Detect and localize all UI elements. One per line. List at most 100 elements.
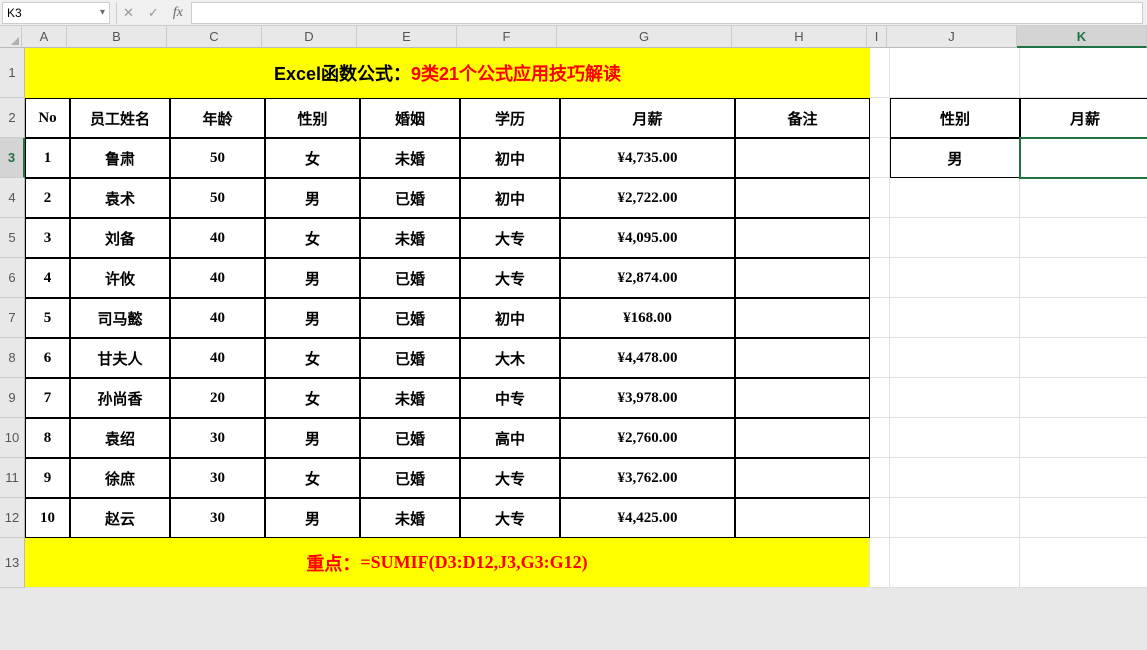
cell-I11[interactable] (870, 458, 890, 498)
side-value-gender[interactable]: 男 (890, 138, 1020, 178)
cell-J7[interactable] (890, 298, 1020, 338)
side-header-gender[interactable]: 性别 (890, 98, 1020, 138)
cell-F4[interactable]: 初中 (460, 178, 560, 218)
cell-B4[interactable]: 袁术 (70, 178, 170, 218)
cell-B7[interactable]: 司马懿 (70, 298, 170, 338)
header-B[interactable]: 员工姓名 (70, 98, 170, 138)
header-D[interactable]: 性别 (265, 98, 360, 138)
cell-D4[interactable]: 男 (265, 178, 360, 218)
cell-E10[interactable]: 已婚 (360, 418, 460, 458)
cell-F10[interactable]: 高中 (460, 418, 560, 458)
row-header-2[interactable]: 2 (0, 98, 25, 138)
cell-C7[interactable]: 40 (170, 298, 265, 338)
col-header-I[interactable]: I (867, 26, 887, 48)
cell-F7[interactable]: 初中 (460, 298, 560, 338)
cell-F8[interactable]: 大木 (460, 338, 560, 378)
cell-H9[interactable] (735, 378, 870, 418)
cell-J1[interactable] (890, 48, 1020, 98)
cell-D8[interactable]: 女 (265, 338, 360, 378)
cell-D7[interactable]: 男 (265, 298, 360, 338)
cell-D10[interactable]: 男 (265, 418, 360, 458)
cell-C9[interactable]: 20 (170, 378, 265, 418)
cell-K11[interactable] (1020, 458, 1147, 498)
sheet[interactable]: Excel函数公式：9类21个公式应用技巧解读No员工姓名年龄性别婚姻学历月薪备… (25, 48, 1147, 588)
cell-G5[interactable]: ¥4,095.00 (560, 218, 735, 258)
fx-icon[interactable]: fx (173, 5, 183, 21)
col-header-A[interactable]: A (22, 26, 67, 48)
cell-E4[interactable]: 已婚 (360, 178, 460, 218)
cell-F12[interactable]: 大专 (460, 498, 560, 538)
row-header-11[interactable]: 11 (0, 458, 25, 498)
cell-G10[interactable]: ¥2,760.00 (560, 418, 735, 458)
cell-I13[interactable] (870, 538, 890, 588)
col-header-D[interactable]: D (262, 26, 357, 48)
cell-I4[interactable] (870, 178, 890, 218)
cell-I8[interactable] (870, 338, 890, 378)
cell-D11[interactable]: 女 (265, 458, 360, 498)
header-E[interactable]: 婚姻 (360, 98, 460, 138)
cell-G3[interactable]: ¥4,735.00 (560, 138, 735, 178)
cell-F11[interactable]: 大专 (460, 458, 560, 498)
cell-E9[interactable]: 未婚 (360, 378, 460, 418)
cancel-icon[interactable]: ✕ (123, 5, 134, 21)
row-header-8[interactable]: 8 (0, 338, 25, 378)
cell-D6[interactable]: 男 (265, 258, 360, 298)
cell-C4[interactable]: 50 (170, 178, 265, 218)
cell-E12[interactable]: 未婚 (360, 498, 460, 538)
cell-D12[interactable]: 男 (265, 498, 360, 538)
cell-B12[interactable]: 赵云 (70, 498, 170, 538)
cell-D9[interactable]: 女 (265, 378, 360, 418)
cell-E5[interactable]: 未婚 (360, 218, 460, 258)
cell-G8[interactable]: ¥4,478.00 (560, 338, 735, 378)
cell-E11[interactable]: 已婚 (360, 458, 460, 498)
row-header-12[interactable]: 12 (0, 498, 25, 538)
cell-B8[interactable]: 甘夫人 (70, 338, 170, 378)
cell-C6[interactable]: 40 (170, 258, 265, 298)
header-A[interactable]: No (25, 98, 70, 138)
cell-J12[interactable] (890, 498, 1020, 538)
cell-I12[interactable] (870, 498, 890, 538)
row-header-3[interactable]: 3 (0, 138, 25, 178)
cell-K1[interactable] (1020, 48, 1147, 98)
cell-G4[interactable]: ¥2,722.00 (560, 178, 735, 218)
cell-G12[interactable]: ¥4,425.00 (560, 498, 735, 538)
col-header-C[interactable]: C (167, 26, 262, 48)
row-header-9[interactable]: 9 (0, 378, 25, 418)
cell-J6[interactable] (890, 258, 1020, 298)
confirm-icon[interactable]: ✓ (148, 5, 159, 21)
cell-C10[interactable]: 30 (170, 418, 265, 458)
cell-H5[interactable] (735, 218, 870, 258)
cell-D5[interactable]: 女 (265, 218, 360, 258)
row-header-10[interactable]: 10 (0, 418, 25, 458)
select-all-corner[interactable] (0, 26, 22, 48)
header-G[interactable]: 月薪 (560, 98, 735, 138)
cell-A6[interactable]: 4 (25, 258, 70, 298)
cell-A10[interactable]: 8 (25, 418, 70, 458)
col-header-E[interactable]: E (357, 26, 457, 48)
cell-A3[interactable]: 1 (25, 138, 70, 178)
cell-B9[interactable]: 孙尚香 (70, 378, 170, 418)
cell-H8[interactable] (735, 338, 870, 378)
cell-C12[interactable]: 30 (170, 498, 265, 538)
cell-I10[interactable] (870, 418, 890, 458)
cell-D3[interactable]: 女 (265, 138, 360, 178)
cell-K9[interactable] (1020, 378, 1147, 418)
cell-G7[interactable]: ¥168.00 (560, 298, 735, 338)
cell-K8[interactable] (1020, 338, 1147, 378)
cell-C3[interactable]: 50 (170, 138, 265, 178)
col-header-B[interactable]: B (67, 26, 167, 48)
cell-G6[interactable]: ¥2,874.00 (560, 258, 735, 298)
row-header-7[interactable]: 7 (0, 298, 25, 338)
cell-K12[interactable] (1020, 498, 1147, 538)
cell-C11[interactable]: 30 (170, 458, 265, 498)
cell-J11[interactable] (890, 458, 1020, 498)
active-cell-K3[interactable] (1020, 138, 1147, 178)
cell-H11[interactable] (735, 458, 870, 498)
cell-E8[interactable]: 已婚 (360, 338, 460, 378)
cell-K7[interactable] (1020, 298, 1147, 338)
cell-A8[interactable]: 6 (25, 338, 70, 378)
cell-F5[interactable]: 大专 (460, 218, 560, 258)
cell-C8[interactable]: 40 (170, 338, 265, 378)
cell-I5[interactable] (870, 218, 890, 258)
cell-A12[interactable]: 10 (25, 498, 70, 538)
